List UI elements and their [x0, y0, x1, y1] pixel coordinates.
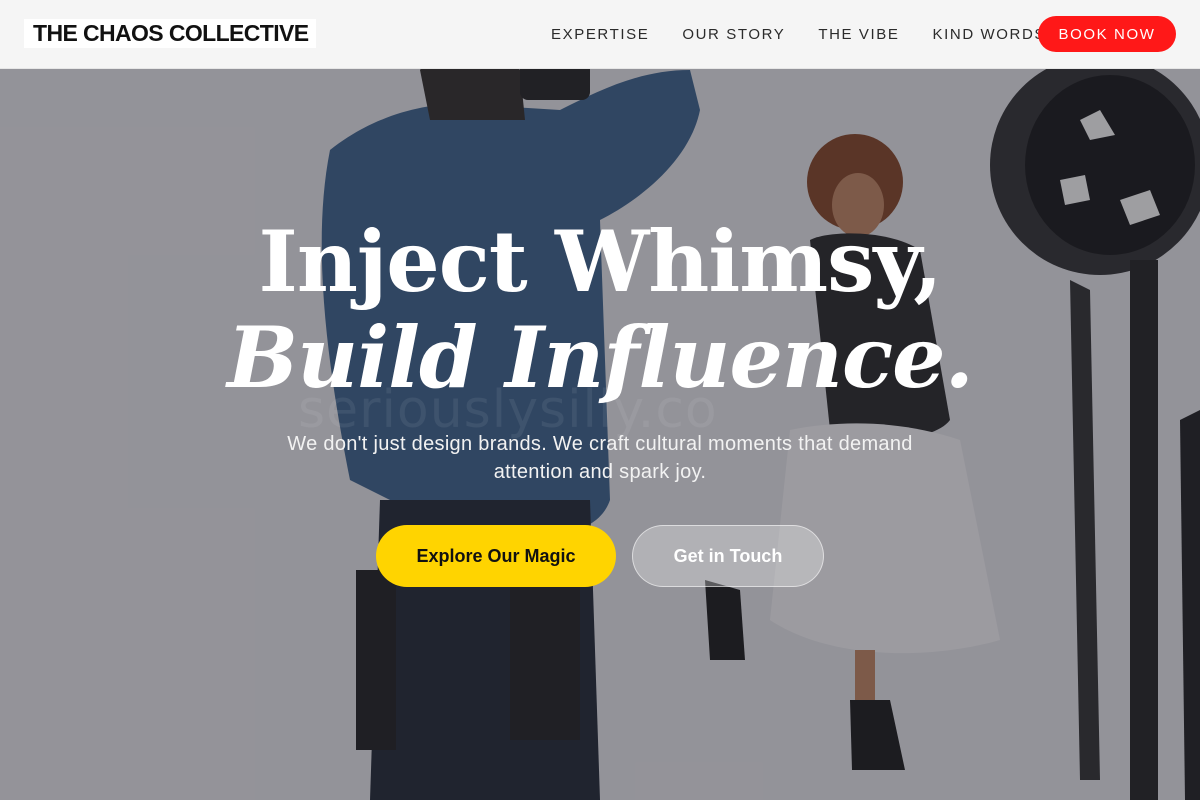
main-nav: EXPERTISE OUR STORY THE VIBE KIND WORDS — [551, 0, 1079, 69]
nav-item-our-story[interactable]: OUR STORY — [682, 26, 785, 43]
hero-headline: Inject Whimsy, Build Influence. — [0, 212, 1200, 404]
book-now-button[interactable]: BOOK NOW — [1038, 16, 1176, 52]
explore-magic-button[interactable]: Explore Our Magic — [376, 525, 616, 587]
get-in-touch-button[interactable]: Get in Touch — [632, 525, 824, 587]
hero-subtext: We don't just design brands. We craft cu… — [287, 433, 913, 483]
headline-line-2: Build Influence. — [227, 308, 974, 407]
brand-logo[interactable]: THE CHAOS COLLECTIVE — [24, 19, 316, 48]
nav-item-expertise[interactable]: EXPERTISE — [551, 26, 649, 43]
site-header: THE CHAOS COLLECTIVE EXPERTISE OUR STORY… — [0, 0, 1200, 69]
nav-item-the-vibe[interactable]: THE VIBE — [818, 26, 899, 43]
headline-line-1: Inject Whimsy, — [258, 212, 943, 311]
nav-item-kind-words[interactable]: KIND WORDS — [933, 26, 1047, 43]
